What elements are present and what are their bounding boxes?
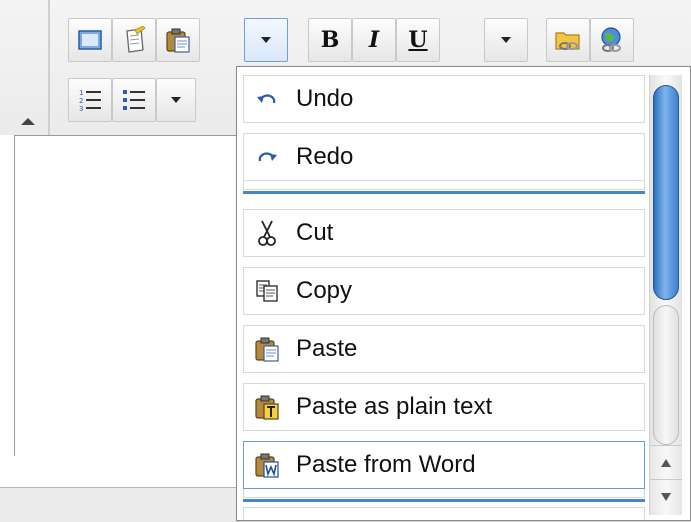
chevron-down-icon	[501, 37, 511, 43]
chevron-down-icon	[171, 97, 181, 103]
numbered-list-icon: 1 2 3	[79, 89, 101, 113]
triangle-down-icon	[661, 493, 671, 501]
more-button[interactable]	[244, 18, 288, 62]
bulleted-list-icon	[123, 90, 145, 110]
redo-icon	[258, 152, 277, 162]
link-button[interactable]	[546, 18, 590, 62]
menu-group-end	[243, 181, 645, 190]
bold-label: B	[320, 27, 340, 53]
menu-item-next[interactable]	[243, 507, 645, 520]
chevron-down-icon	[261, 37, 271, 43]
globe-link-icon	[601, 27, 621, 52]
svg-text:3: 3	[79, 105, 83, 113]
bulleted-list-button[interactable]	[112, 78, 156, 122]
menu-item-label: Paste as plain text	[296, 393, 493, 420]
menu-item-paste[interactable]: Paste	[243, 325, 645, 373]
list-more-button[interactable]	[156, 78, 196, 122]
svg-text:1: 1	[79, 89, 83, 97]
menu-item-label: Copy	[296, 277, 353, 304]
scroll-down-button[interactable]	[650, 479, 682, 514]
undo-icon	[257, 94, 276, 104]
menu-scrollbar[interactable]	[649, 75, 682, 515]
paste-button[interactable]	[156, 18, 200, 62]
scrollbar-thumb[interactable]	[653, 85, 679, 300]
clipboard-icon	[166, 28, 190, 53]
folder-link-icon	[555, 32, 580, 50]
underline-label: U	[408, 27, 428, 53]
paste-text-icon	[255, 395, 279, 420]
editor-status-bar	[0, 487, 240, 522]
editor-content-area[interactable]	[14, 135, 255, 456]
triangle-up-icon	[661, 459, 671, 467]
menu-item-redo[interactable]: Redo	[243, 133, 645, 181]
new-page-button[interactable]	[112, 18, 156, 62]
italic-label: I	[368, 27, 380, 53]
menu-separator	[243, 191, 645, 194]
menu-item-label: Redo	[296, 143, 354, 170]
menu-group-end	[243, 489, 645, 498]
menu-item-copy[interactable]: Copy	[243, 267, 645, 315]
scissors-icon	[258, 220, 276, 246]
bold-button[interactable]: B	[308, 18, 352, 62]
menu-item-cut[interactable]: Cut	[243, 209, 645, 257]
new-page-icon	[126, 26, 146, 53]
toolbar-edge	[48, 0, 50, 135]
menu-item-paste-from-word[interactable]: Paste from Word	[243, 441, 645, 489]
format-more-button[interactable]	[484, 18, 528, 62]
menu-item-label: Paste from Word	[296, 451, 476, 478]
underline-button[interactable]: U	[396, 18, 440, 62]
context-menu: Undo Redo Cut Copy Paste Paste as plain …	[236, 66, 691, 521]
menu-separator	[243, 499, 645, 502]
menu-item-label: Paste	[296, 335, 358, 362]
numbered-list-button[interactable]: 1 2 3	[68, 78, 112, 122]
menu-item-paste-plain-text[interactable]: Paste as plain text	[243, 383, 645, 431]
italic-button[interactable]: I	[352, 18, 396, 62]
menu-item-label: Undo	[296, 85, 354, 112]
paste-icon	[255, 337, 279, 362]
scroll-up-button[interactable]	[650, 445, 682, 480]
scrollbar-track[interactable]	[653, 305, 679, 445]
copy-icon	[256, 280, 278, 302]
unlink-button[interactable]	[590, 18, 634, 62]
source-button[interactable]	[68, 18, 112, 62]
svg-text:2: 2	[79, 97, 83, 105]
menu-item-undo[interactable]: Undo	[243, 75, 645, 123]
paste-word-icon	[255, 453, 279, 478]
document-icon	[78, 30, 102, 50]
menu-item-label: Cut	[296, 219, 334, 246]
collapse-toolbar-icon[interactable]	[21, 118, 35, 125]
